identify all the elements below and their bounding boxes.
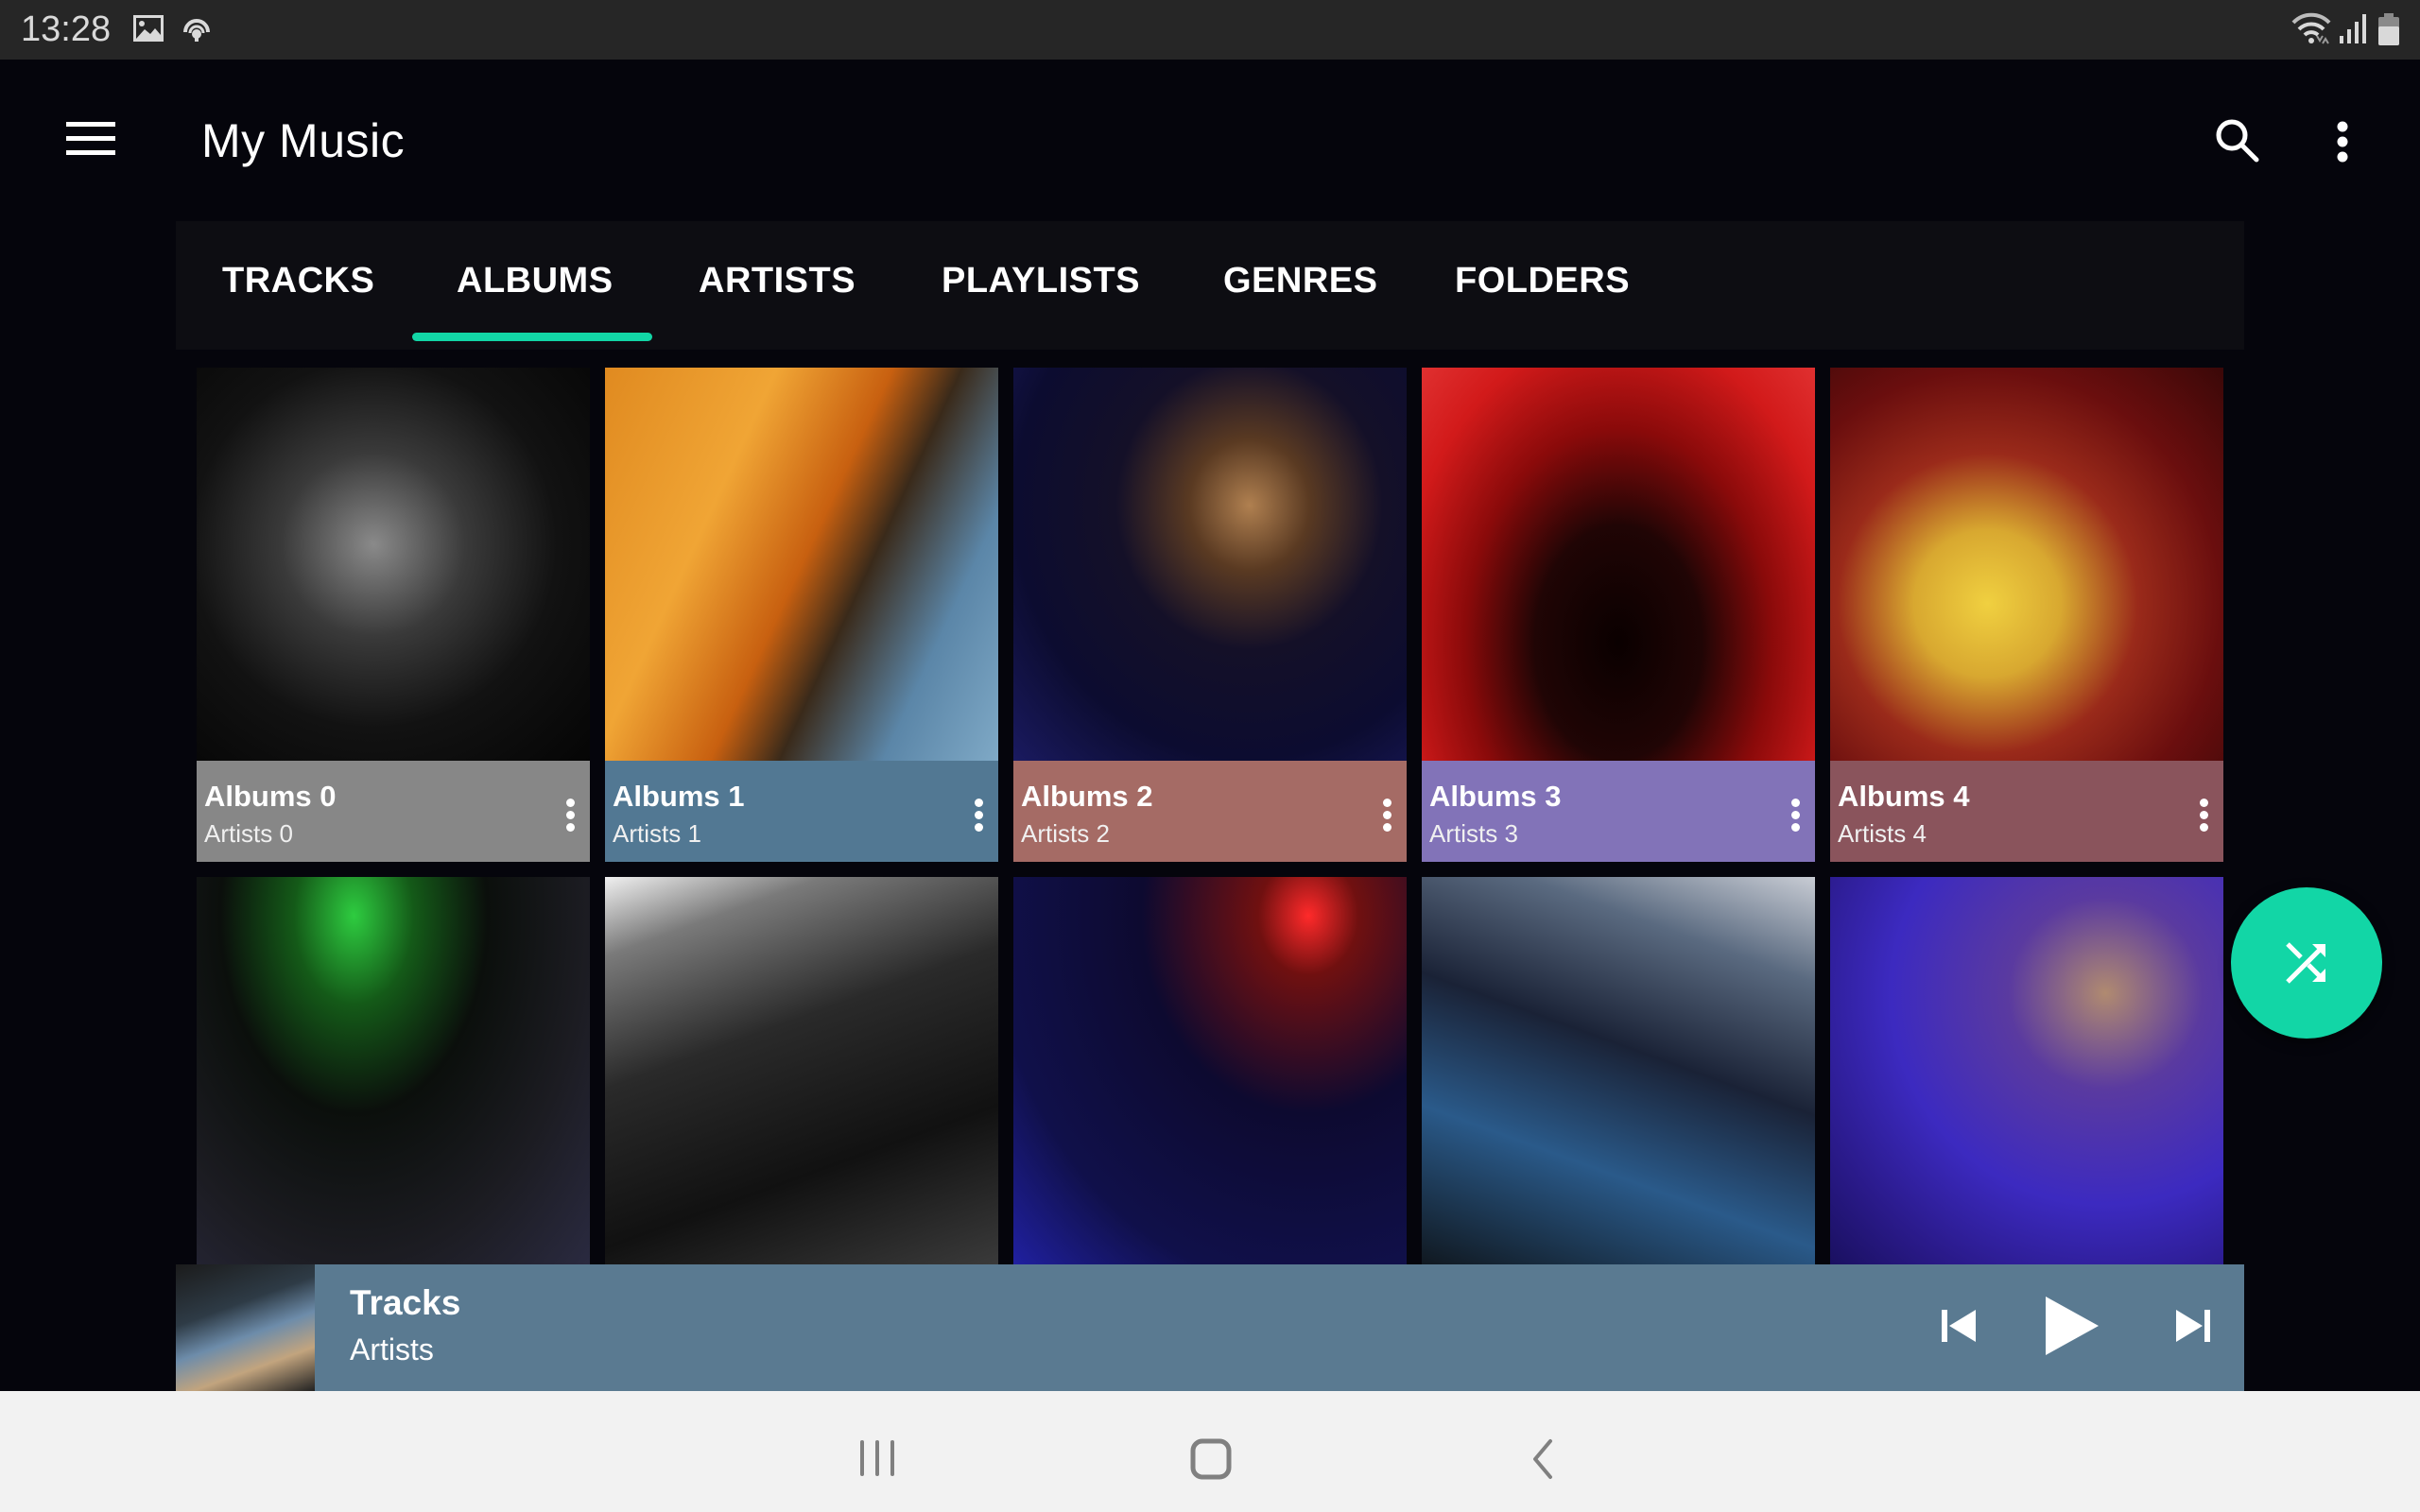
play-button[interactable]: [2044, 1295, 2100, 1362]
album-artist: Artists 3: [1429, 819, 1518, 848]
status-time: 13:28: [21, 9, 112, 49]
now-playing-bar[interactable]: Tracks Artists: [176, 1264, 2244, 1391]
signal-icon: [2339, 13, 2367, 50]
album-card[interactable]: [1422, 877, 1815, 1264]
album-cover: [605, 877, 998, 1264]
skip-next-button[interactable]: [2174, 1302, 2212, 1356]
skip-next-icon: [2176, 1310, 2210, 1342]
hamburger-menu-icon[interactable]: [66, 122, 115, 156]
album-card[interactable]: [197, 877, 590, 1264]
album-label: Albums 4 Artists 4: [1830, 761, 2223, 862]
album-title: Albums 3: [1429, 780, 1562, 813]
album-artist: Artists 4: [1838, 819, 1927, 848]
home-icon[interactable]: [1189, 1438, 1233, 1485]
tab-playlists[interactable]: PLAYLISTS: [942, 261, 1140, 301]
album-more-icon[interactable]: [1790, 799, 1802, 833]
wifi-icon: [2291, 11, 2331, 50]
skip-previous-button[interactable]: [1940, 1302, 1978, 1356]
album-more-icon[interactable]: [565, 799, 577, 833]
shuffle-button[interactable]: [2231, 887, 2382, 1039]
more-vert-icon[interactable]: [2331, 115, 2354, 168]
play-icon: [2046, 1297, 2099, 1355]
recent-apps-icon[interactable]: [856, 1438, 898, 1483]
back-icon[interactable]: [1528, 1438, 1556, 1485]
album-card[interactable]: Albums 1 Artists 1: [605, 368, 998, 862]
page-title: My Music: [201, 114, 406, 167]
status-bar: 13:28: [0, 0, 2420, 60]
album-cover: [1830, 877, 2223, 1264]
album-card[interactable]: Albums 4 Artists 4: [1830, 368, 2223, 862]
album-cover: [1013, 877, 1407, 1264]
album-label: Albums 2 Artists 2: [1013, 761, 1407, 862]
sync-icon: [182, 13, 212, 48]
album-cover: [1422, 368, 1815, 761]
album-cover: [1013, 368, 1407, 761]
active-tab-indicator: [412, 333, 652, 341]
album-more-icon[interactable]: [1382, 799, 1393, 833]
tab-albums[interactable]: ALBUMS: [457, 261, 614, 301]
album-artist: Artists 2: [1021, 819, 1110, 848]
tab-tracks[interactable]: TRACKS: [222, 261, 374, 301]
album-title: Albums 4: [1838, 780, 1970, 813]
album-cover: [1830, 368, 2223, 761]
album-cover: [197, 368, 590, 761]
album-title: Albums 2: [1021, 780, 1153, 813]
album-label: Albums 1 Artists 1: [605, 761, 998, 862]
album-more-icon[interactable]: [2199, 799, 2210, 833]
album-card[interactable]: Albums 0 Artists 0: [197, 368, 590, 862]
album-more-icon[interactable]: [974, 799, 985, 833]
now-playing-artwork: [176, 1264, 315, 1391]
album-title: Albums 0: [204, 780, 337, 813]
now-playing-artist: Artists: [350, 1332, 434, 1366]
tab-folders[interactable]: FOLDERS: [1455, 261, 1630, 301]
shuffle-icon: [2286, 942, 2325, 984]
tab-artists[interactable]: ARTISTS: [699, 261, 856, 301]
search-icon[interactable]: [2212, 115, 2265, 168]
album-card[interactable]: Albums 2 Artists 2: [1013, 368, 1407, 862]
image-icon: [132, 13, 164, 48]
album-cover: [1422, 877, 1815, 1264]
tab-bar: TRACKS ALBUMS ARTISTS PLAYLISTS GENRES F…: [176, 221, 2244, 350]
album-label: Albums 3 Artists 3: [1422, 761, 1815, 862]
album-card[interactable]: [1830, 877, 2223, 1264]
album-card[interactable]: [1013, 877, 1407, 1264]
album-label: Albums 0 Artists 0: [197, 761, 590, 862]
now-playing-title: Tracks: [350, 1283, 461, 1322]
tab-genres[interactable]: GENRES: [1223, 261, 1377, 301]
album-title: Albums 1: [613, 780, 745, 813]
album-cover: [605, 368, 998, 761]
system-nav-bar: [0, 1391, 2420, 1512]
album-card[interactable]: Albums 3 Artists 3: [1422, 368, 1815, 862]
skip-previous-icon: [1942, 1310, 1976, 1342]
album-card[interactable]: [605, 877, 998, 1264]
album-cover: [197, 877, 590, 1264]
album-artist: Artists 0: [204, 819, 293, 848]
album-artist: Artists 1: [613, 819, 701, 848]
battery-icon: [2378, 13, 2399, 50]
